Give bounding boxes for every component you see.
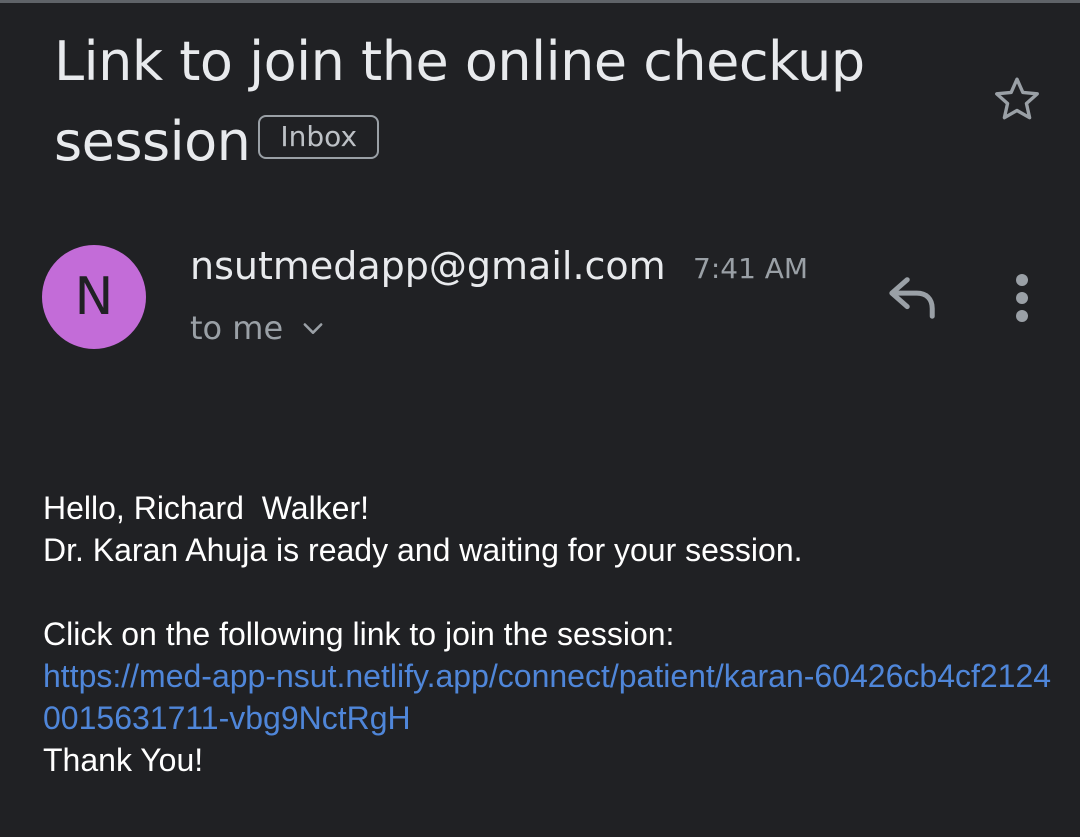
- sender-avatar[interactable]: N: [42, 245, 146, 349]
- signoff-line: Thank You!: [43, 742, 204, 778]
- reply-icon[interactable]: [884, 272, 942, 322]
- recipients-text: to me: [190, 309, 284, 347]
- email-subject: Link to join the online checkup session I…: [54, 22, 954, 182]
- greeting-line: Hello, Richard Walker!: [43, 490, 370, 526]
- chevron-down-icon: [303, 323, 323, 334]
- more-vert-icon[interactable]: [1004, 272, 1040, 324]
- doctor-ready-line: Dr. Karan Ahuja is ready and waiting for…: [43, 532, 803, 568]
- inbox-label-chip[interactable]: Inbox: [258, 115, 380, 160]
- sender-address[interactable]: nsutmedapp@gmail.com: [190, 240, 666, 292]
- sent-time: 7:41 AM: [693, 252, 809, 285]
- email-subject-text: Link to join the online checkup session: [54, 30, 865, 173]
- session-link[interactable]: https://med-app-nsut.netlify.app/connect…: [43, 655, 1053, 739]
- recipients-toggle[interactable]: to me: [190, 306, 327, 350]
- email-body: Hello, Richard Walker! Dr. Karan Ahuja i…: [43, 487, 1053, 781]
- top-divider: [0, 0, 1080, 3]
- star-icon[interactable]: [990, 72, 1044, 126]
- instruction-line: Click on the following link to join the …: [43, 616, 675, 652]
